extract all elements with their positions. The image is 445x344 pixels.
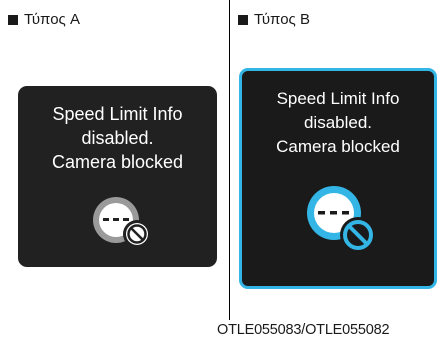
warning-line-1: Speed Limit Info [52, 104, 183, 124]
warning-line-1: Speed Limit Info [276, 89, 400, 108]
square-bullet-icon [8, 14, 18, 25]
type-a-panel: Τύπος A Speed Limit Info disabled. Camer… [0, 0, 229, 320]
warning-line-2: disabled. [81, 128, 154, 148]
type-b-label: Τύπος B [254, 11, 310, 28]
type-a-label: Τύπος A [24, 11, 80, 28]
warning-line-3: Camera blocked [276, 137, 400, 156]
square-bullet-icon [238, 14, 248, 25]
cluster-display-type-a: Speed Limit Info disabled. Camera blocke… [18, 86, 217, 267]
speed-limit-camera-blocked-icon [93, 197, 151, 248]
warning-line-3: Camera blocked [51, 152, 184, 172]
warning-line-2: disabled. [303, 113, 373, 132]
speed-limit-camera-blocked-icon [307, 186, 376, 253]
cluster-display-type-b: Speed Limit Info disabled. Camera blocke… [239, 68, 437, 289]
warning-message: Speed Limit Info disabled. Camera blocke… [18, 102, 217, 174]
type-b-panel: Τύπος B Speed Limit Info disabled. Camer… [230, 0, 445, 320]
type-b-heading: Τύπος B [238, 11, 310, 28]
figure-code-caption: OTLE055083/OTLE055082 [217, 322, 390, 338]
type-a-heading: Τύπος A [8, 11, 80, 28]
warning-message: Speed Limit Info disabled. Camera blocke… [242, 87, 434, 159]
